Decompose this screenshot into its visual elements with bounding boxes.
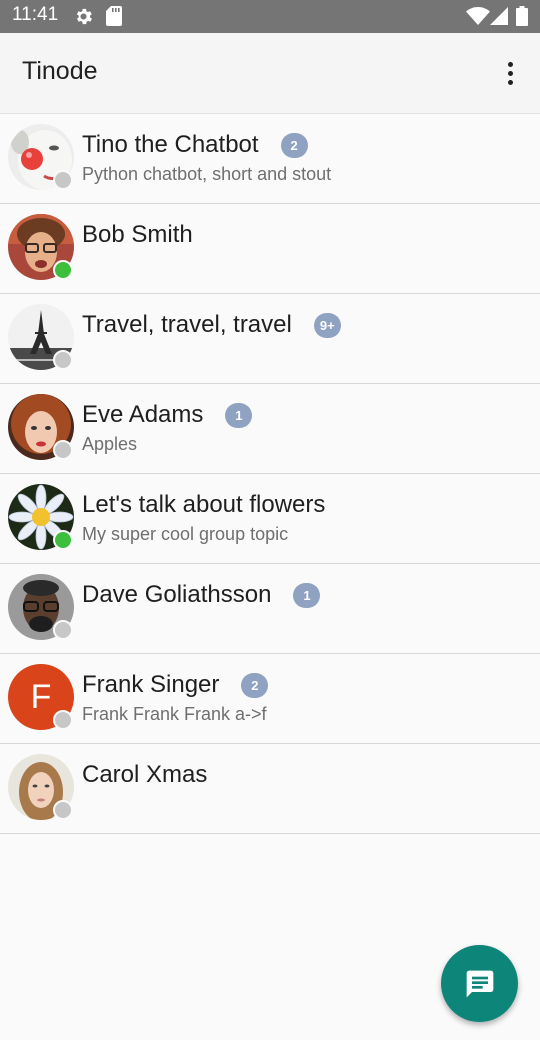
unread-badge: 9+ [313,312,341,338]
chat-item-frank-singer[interactable]: F Frank Singer 2 Frank Frank Frank a->f [0,654,540,744]
unread-badge: 1 [225,402,253,428]
chat-list: Tino the Chatbot 2 Python chatbot, short… [0,114,540,834]
chat-item-eve-adams[interactable]: Eve Adams 1 Apples [0,384,540,474]
presence-indicator-offline [53,800,73,820]
chat-item-flowers[interactable]: Let's talk about flowers My super cool g… [0,474,540,564]
unread-badge: 2 [280,132,308,158]
chat-item-tino[interactable]: Tino the Chatbot 2 Python chatbot, short… [0,114,540,204]
app-title: Tinode [22,57,98,85]
contact-name: Carol Xmas [82,761,208,788]
unread-badge: 2 [241,672,269,698]
contact-subtitle: Frank Frank Frank a->f [82,704,267,724]
chat-item-dave-goliathsson[interactable]: Dave Goliathsson 1 [0,564,540,654]
chat-item-carol-xmas[interactable]: Carol Xmas [0,744,540,834]
contact-name: Tino the Chatbot [82,131,259,158]
contact-name: Bob Smith [82,221,193,248]
contact-name: Travel, travel, travel [82,311,292,338]
presence-indicator-online [53,530,73,550]
contact-name: Let's talk about flowers [82,491,326,518]
settings-icon [76,8,92,25]
app-bar: Tinode [0,33,540,114]
contact-name: Eve Adams [82,401,204,428]
wifi-icon [466,7,490,25]
more-vert-icon[interactable] [496,59,524,87]
unread-badge: 1 [293,582,321,608]
contact-subtitle: My super cool group topic [82,524,289,544]
contact-name: Dave Goliathsson [82,581,272,608]
sd-card-icon [106,6,122,26]
battery-icon [516,6,528,26]
presence-indicator-offline [53,710,73,730]
presence-indicator-offline [53,620,73,640]
chat-item-bob-smith[interactable]: Bob Smith [0,204,540,294]
presence-indicator-online [53,260,73,280]
chat-item-travel[interactable]: Travel, travel, travel 9+ [0,294,540,384]
new-chat-button[interactable] [441,945,518,1022]
presence-indicator-offline [53,440,73,460]
contact-subtitle: Apples [82,434,138,454]
contact-name: Frank Singer [82,671,220,698]
new-chat-icon [466,970,493,997]
presence-indicator-offline [53,170,73,190]
signal-icon [490,7,508,25]
status-time: 11:41 [12,4,59,25]
contact-subtitle: Python chatbot, short and stout [82,164,332,184]
status-bar: 11:41 [0,0,540,33]
presence-indicator-offline [53,350,73,370]
